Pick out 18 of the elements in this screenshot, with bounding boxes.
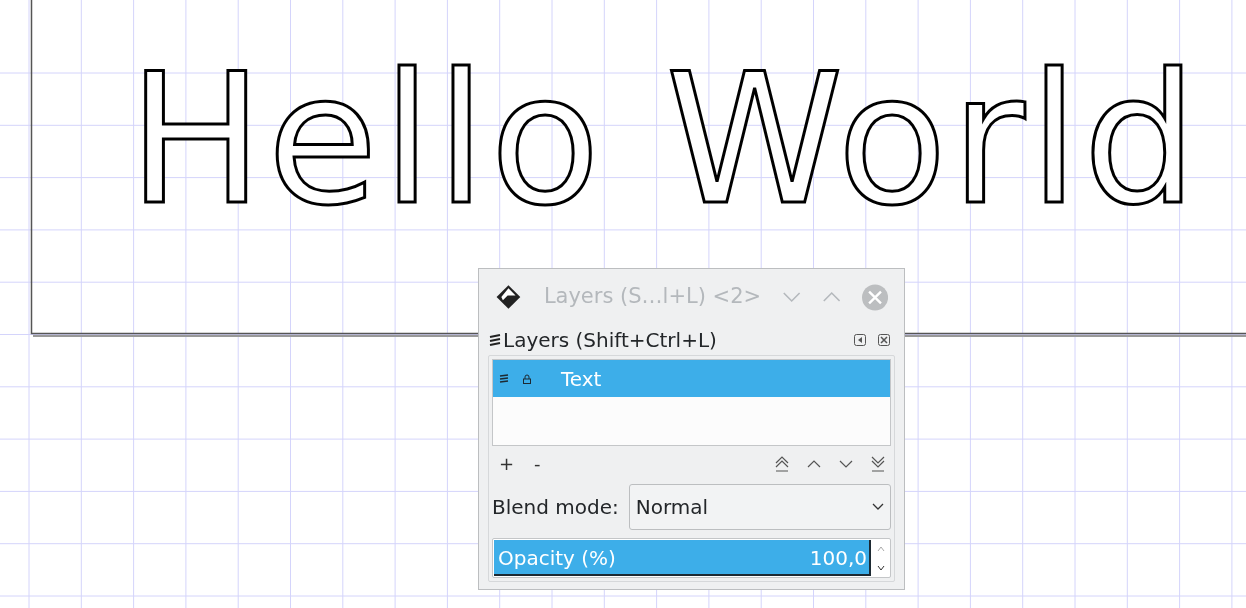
collapse-icon[interactable]: [854, 334, 866, 346]
decrement-icon[interactable]: [877, 564, 885, 571]
close-icon[interactable]: [878, 334, 890, 346]
panel-title: Layers (Shift+Ctrl+L): [503, 327, 717, 354]
canvas-text: Hello World: [128, 50, 1202, 230]
chevron-down-icon: [872, 503, 884, 511]
window-title: Layers (S…l+L) <2>: [543, 283, 762, 311]
add-layer-button[interactable]: +: [497, 455, 517, 473]
layers-icon[interactable]: [499, 373, 509, 384]
remove-layer-button[interactable]: -: [532, 455, 543, 473]
opacity-label: Opacity (%): [498, 545, 616, 572]
layers-icon: [489, 334, 501, 346]
lower-to-bottom-icon[interactable]: [870, 456, 886, 472]
opacity-value: 100,0: [809, 545, 867, 572]
raise-to-top-icon[interactable]: [774, 456, 790, 472]
lock-icon[interactable]: [523, 373, 531, 384]
blend-mode-label: Blend mode:: [492, 494, 619, 521]
blend-mode-dropdown[interactable]: Normal: [628, 484, 891, 530]
